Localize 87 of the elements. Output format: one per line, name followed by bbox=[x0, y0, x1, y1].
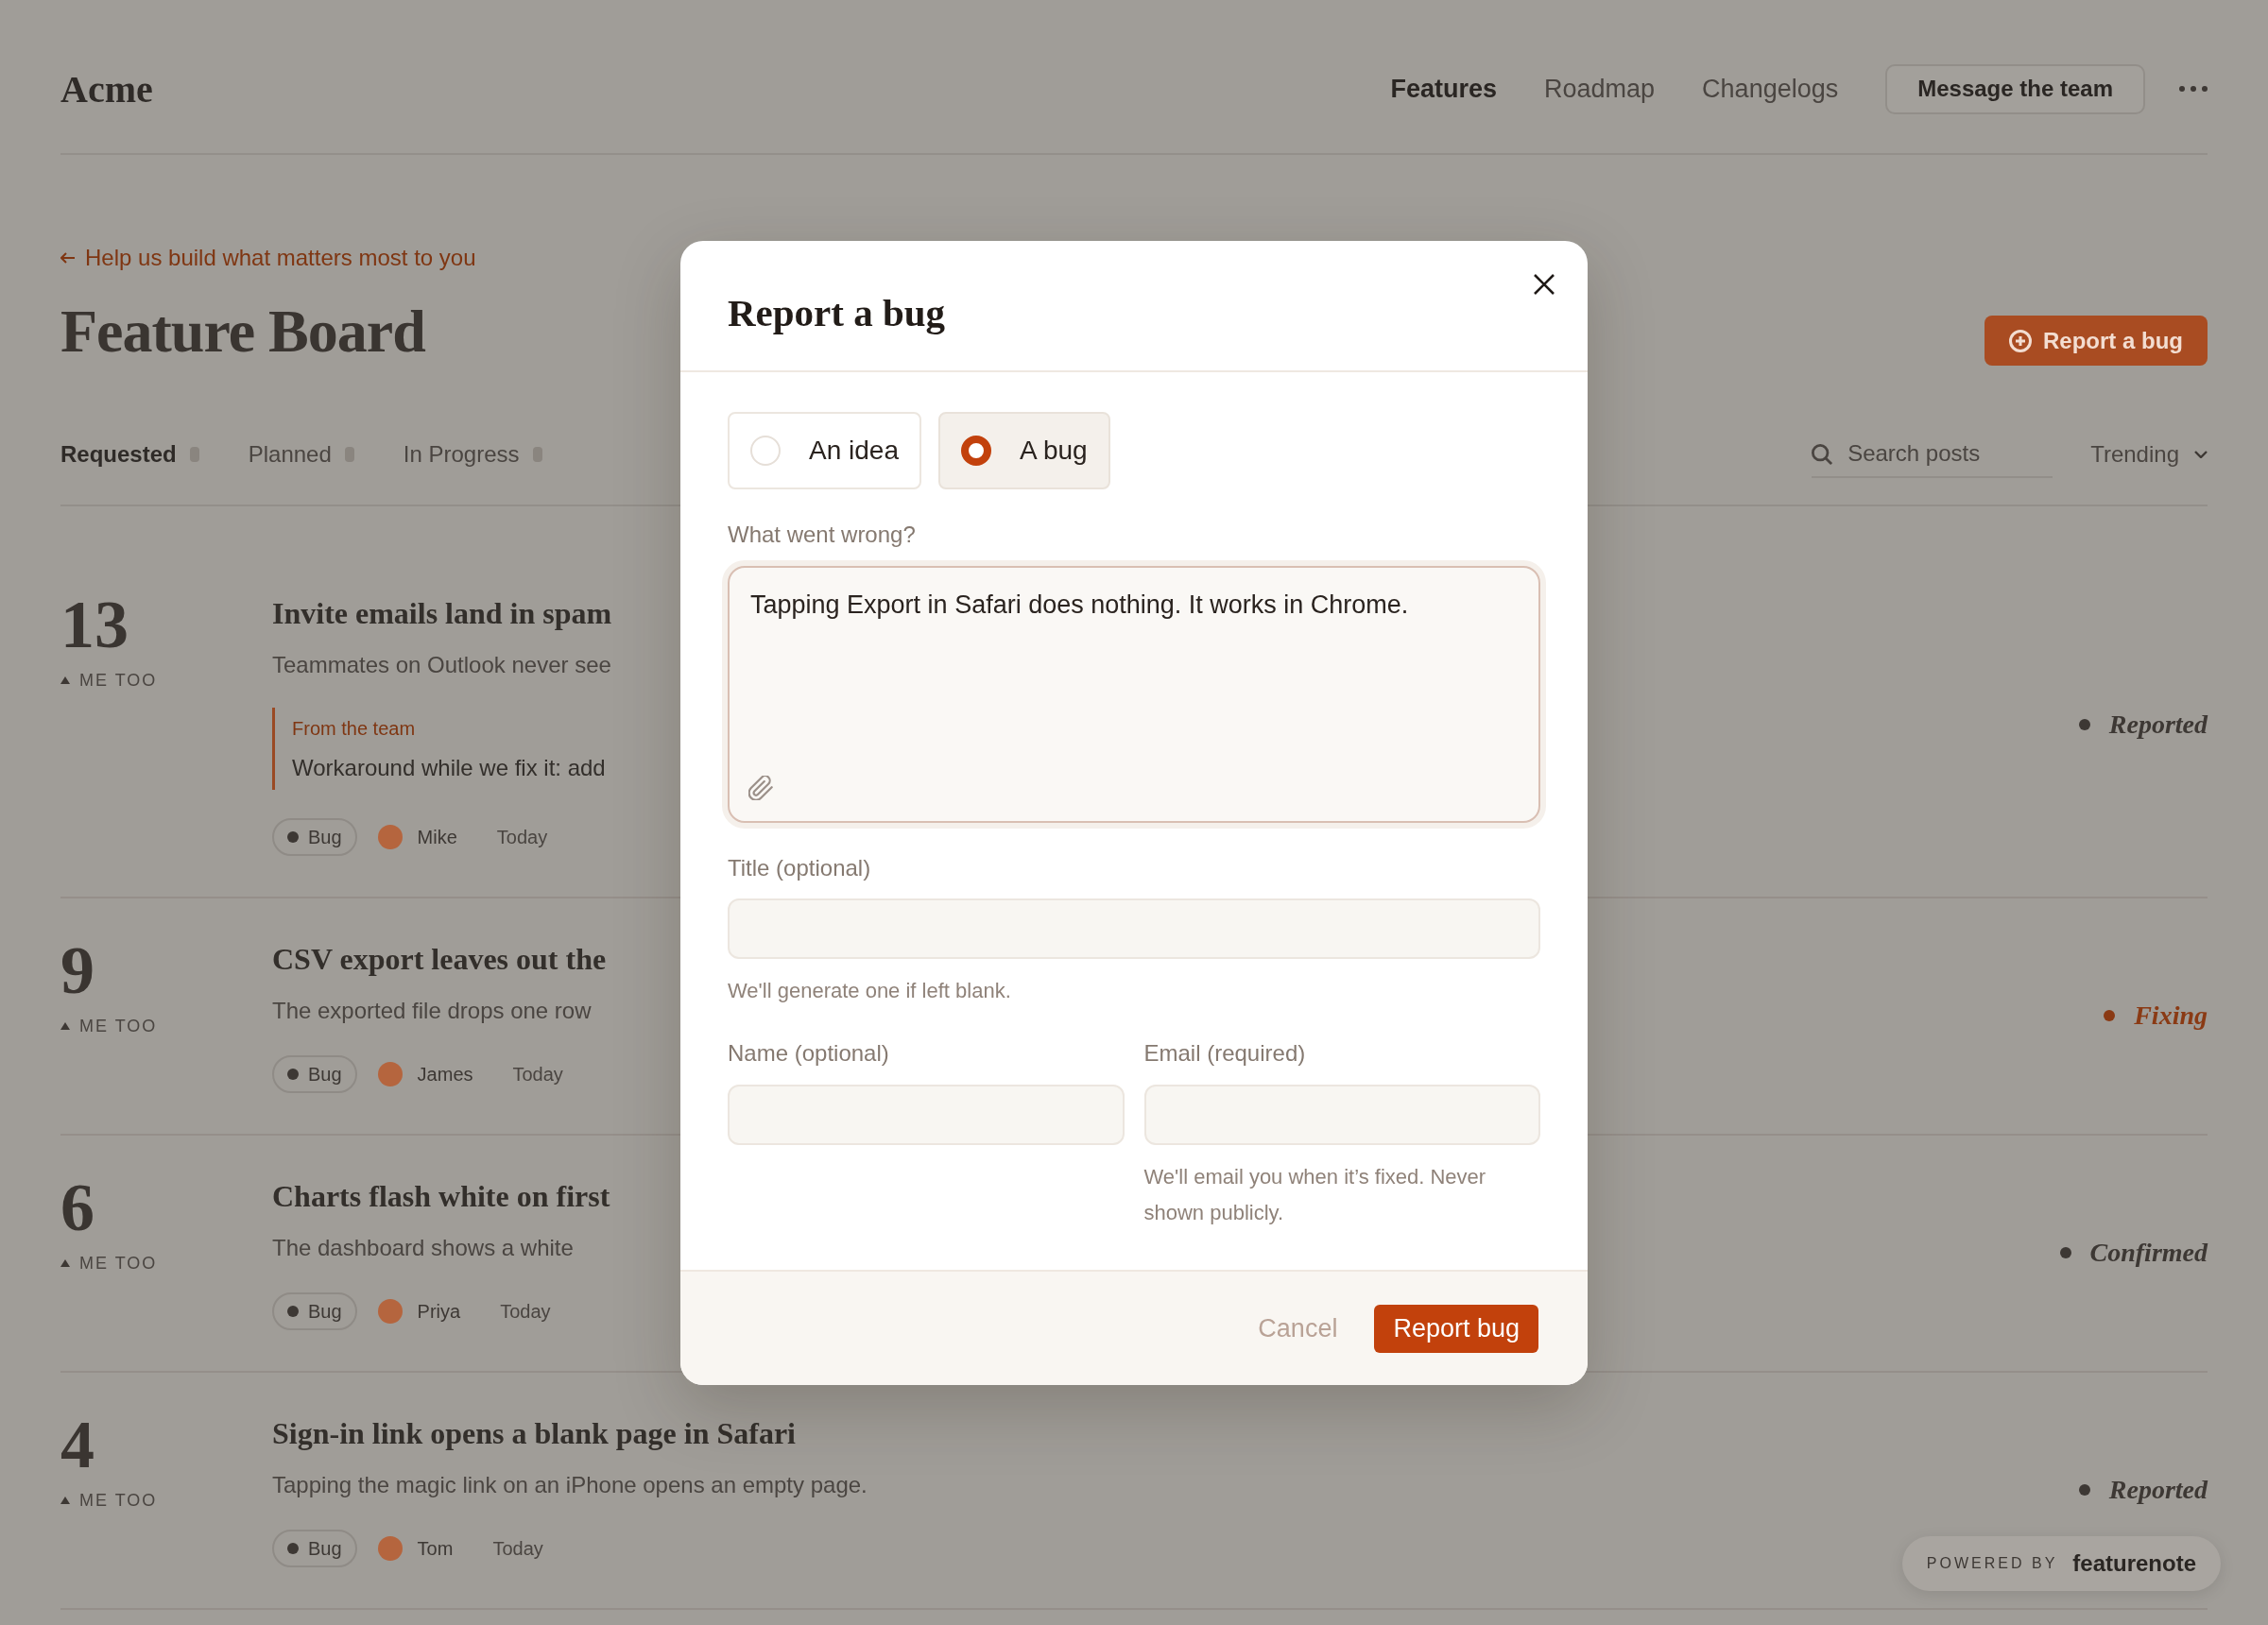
count-smudge bbox=[344, 447, 354, 462]
status-label: Reported bbox=[2108, 709, 2208, 740]
message-team-button[interactable]: Message the team bbox=[1885, 63, 2145, 114]
status-label: Confirmed bbox=[2089, 1238, 2208, 1268]
post-date: Today bbox=[500, 1300, 551, 1323]
team-note-text: Workaround while we fix it: add bbox=[292, 754, 607, 782]
post-description: The dashboard shows a white bbox=[272, 1234, 574, 1262]
author-name: Mike bbox=[417, 826, 457, 848]
filter-tab[interactable]: Requested bbox=[60, 441, 199, 468]
breadcrumb-link[interactable]: Help us build what matters most to you bbox=[60, 244, 476, 272]
avatar-icon bbox=[377, 1299, 403, 1324]
post-title[interactable]: Invite emails land in spam bbox=[272, 592, 612, 634]
post-date: Today bbox=[512, 1063, 563, 1086]
tag-label: Bug bbox=[308, 1063, 342, 1086]
report-bug-button[interactable]: Report a bug bbox=[1984, 316, 2208, 366]
radio-option[interactable]: A bug bbox=[937, 412, 1110, 489]
plus-circle-icon bbox=[2009, 329, 2032, 352]
arrow-left-icon bbox=[60, 252, 76, 264]
field-label: Email (required) bbox=[1143, 1039, 1307, 1068]
name-input[interactable] bbox=[728, 1085, 1125, 1145]
vote-count: 13 bbox=[60, 587, 129, 662]
team-note-label: From the team bbox=[292, 717, 417, 741]
field-hint: We'll generate one if left blank. bbox=[728, 978, 1012, 1004]
post-description: Tapping the magic link on an iPhone opens an empty page. bbox=[272, 1471, 868, 1499]
post-description: The exported file drops one row bbox=[272, 997, 592, 1025]
author-name: James bbox=[417, 1063, 473, 1086]
status-label: Reported bbox=[2108, 1475, 2208, 1505]
nav-link[interactable]: Changelogs bbox=[1702, 74, 1839, 104]
vote-button[interactable]: ME TOO bbox=[60, 1489, 158, 1512]
nav-link[interactable]: Features bbox=[1390, 74, 1498, 104]
dot-icon bbox=[287, 1543, 299, 1554]
vote-button[interactable]: ME TOO bbox=[60, 1252, 158, 1274]
dot-icon bbox=[287, 1306, 299, 1317]
tag-label: Bug bbox=[308, 1300, 342, 1323]
sort-dropdown[interactable]: Trending bbox=[2090, 441, 2208, 468]
field-label: Title (optional) bbox=[728, 854, 872, 882]
vote-button[interactable]: ME TOO bbox=[60, 669, 158, 692]
field-label: Name (optional) bbox=[728, 1039, 890, 1068]
brand-name: Acme bbox=[60, 66, 153, 111]
filter-tab[interactable]: Planned bbox=[248, 441, 354, 468]
search-field[interactable]: Search posts bbox=[1812, 431, 2053, 478]
post-date: Today bbox=[492, 1537, 543, 1560]
email-input[interactable] bbox=[1143, 1085, 1540, 1145]
radio-option[interactable]: An idea bbox=[728, 412, 921, 489]
dot-icon bbox=[287, 831, 299, 843]
submit-button[interactable]: Report bug bbox=[1374, 1304, 1538, 1353]
tag-label: Bug bbox=[308, 826, 342, 848]
chevron-down-icon bbox=[2194, 451, 2208, 458]
post-title[interactable]: Charts flash white on first bbox=[272, 1175, 610, 1217]
powered-by-badge[interactable]: POWERED BY featurenote bbox=[1901, 1536, 2221, 1591]
avatar-icon bbox=[377, 1062, 403, 1086]
powered-by-brand: featurenote bbox=[2072, 1550, 2196, 1577]
vote-count: 9 bbox=[60, 932, 94, 1008]
close-icon[interactable] bbox=[1534, 274, 1555, 295]
title-input[interactable] bbox=[728, 898, 1540, 959]
dot-icon bbox=[287, 1069, 299, 1080]
triangle-up-icon bbox=[60, 676, 70, 684]
field-label: What went wrong? bbox=[728, 521, 917, 549]
post-title[interactable]: Sign-in link opens a blank page in Safari bbox=[272, 1412, 796, 1454]
author-name: Priya bbox=[417, 1300, 461, 1323]
count-smudge bbox=[189, 447, 199, 462]
avatar-icon bbox=[377, 1536, 403, 1561]
vote-count: 4 bbox=[60, 1407, 94, 1482]
page-title: Feature Board bbox=[60, 297, 425, 367]
post-title[interactable]: CSV export leaves out the bbox=[272, 938, 607, 980]
radio-icon[interactable] bbox=[960, 436, 991, 466]
avatar-icon bbox=[377, 825, 403, 849]
post-description: Teammates on Outlook never see bbox=[272, 651, 611, 679]
triangle-up-icon bbox=[60, 1497, 70, 1504]
description-field[interactable]: Tapping Export in Safari does nothing. It works in Chrome. bbox=[728, 566, 1540, 823]
triangle-up-icon bbox=[60, 1259, 70, 1267]
search-icon bbox=[1812, 444, 1833, 465]
field-hint: We'll email you when it’s fixed. Never shown publicly. bbox=[1143, 1164, 1487, 1226]
status-label: Fixing bbox=[2134, 1001, 2208, 1031]
triangle-up-icon bbox=[60, 1022, 70, 1030]
vote-count: 6 bbox=[60, 1170, 94, 1245]
filter-tab[interactable]: In Progress bbox=[403, 441, 542, 468]
nav-link[interactable]: Roadmap bbox=[1544, 74, 1656, 104]
dialog-title: Report a bug bbox=[728, 290, 947, 335]
powered-by-label: POWERED BY bbox=[1926, 1555, 2058, 1572]
tag-label: Bug bbox=[308, 1537, 342, 1560]
count-smudge bbox=[532, 447, 542, 462]
more-icon[interactable] bbox=[2179, 86, 2208, 92]
author-name: Tom bbox=[417, 1537, 454, 1560]
post-date: Today bbox=[496, 826, 548, 848]
paperclip-icon[interactable] bbox=[748, 776, 773, 800]
vote-button[interactable]: ME TOO bbox=[60, 1015, 158, 1037]
